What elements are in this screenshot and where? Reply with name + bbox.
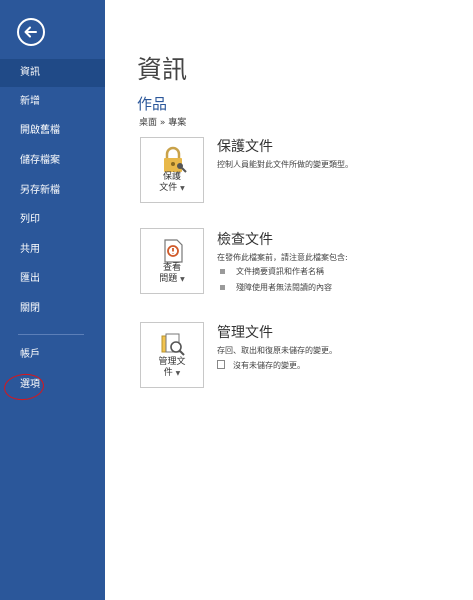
back-arrow-icon — [24, 26, 37, 38]
manage-document-button[interactable]: 管理文 件 ▼ — [140, 322, 204, 388]
protect-section-description: 控制人員能對此文件所做的變更類型。 — [217, 160, 353, 169]
protect-button-label-2: 文件 ▼ — [159, 183, 185, 193]
page-title: 資訊 — [137, 55, 188, 84]
nav-save[interactable]: 儲存檔案 — [0, 147, 105, 175]
dropdown-caret-icon: ▼ — [180, 185, 185, 192]
inspect-bullet-1: 文件摘要資訊和作者名稱 — [220, 266, 324, 277]
nav-export[interactable]: 匯出 — [0, 265, 105, 293]
manage-section-title: 管理文件 — [217, 325, 273, 341]
protect-button-label-1: 保護 — [162, 172, 181, 182]
manage-button-label-2: 件 ▼ — [163, 368, 181, 378]
document-name: 作品 — [137, 95, 168, 113]
nav-account[interactable]: 帳戶 — [0, 341, 105, 369]
inspect-section-title: 檢查文件 — [217, 232, 273, 248]
inspect-document-icon — [164, 239, 183, 263]
dropdown-caret-icon: ▼ — [180, 276, 185, 283]
backstage-sidebar: 資訊 新增 開啟舊檔 儲存檔案 另存新檔 列印 共用 匯出 關閉 帳戶 選項 — [0, 0, 105, 600]
inspect-section-description: 在發佈此檔案前，請注意此檔案包含: — [217, 253, 348, 262]
manage-section-note: 沒有未儲存的變更。 — [217, 360, 305, 371]
nav-divider — [18, 334, 84, 335]
inspect-button-label-2: 問題 ▼ — [159, 274, 185, 284]
nav-close[interactable]: 關閉 — [0, 295, 105, 323]
document-note-icon — [217, 360, 225, 369]
manage-section-description: 存回、取出和復原未儲存的變更。 — [217, 346, 337, 355]
manage-button-label-1: 管理文 — [158, 357, 186, 367]
protect-section-title: 保護文件 — [217, 139, 273, 155]
nav-save-as[interactable]: 另存新檔 — [0, 177, 105, 205]
check-for-issues-button[interactable]: 查看 問題 ▼ — [140, 228, 204, 294]
manage-versions-icon — [161, 333, 185, 356]
bullet-square-icon — [220, 285, 225, 290]
inspect-bullet-2: 殘障使用者無法閱讀的內容 — [220, 282, 332, 293]
dropdown-caret-icon: ▼ — [175, 370, 181, 377]
nav-new[interactable]: 新增 — [0, 88, 105, 116]
bullet-square-icon — [220, 269, 225, 274]
document-path[interactable]: 桌面 » 專案 — [139, 115, 186, 128]
lock-key-icon — [164, 146, 187, 173]
inspect-button-label-1: 查看 — [162, 263, 181, 273]
protect-document-button[interactable]: 保護 文件 ▼ — [140, 137, 204, 203]
back-button[interactable] — [17, 18, 45, 46]
nav-share[interactable]: 共用 — [0, 236, 105, 264]
nav-info[interactable]: 資訊 — [0, 59, 105, 87]
nav-open[interactable]: 開啟舊檔 — [0, 117, 105, 145]
nav-print[interactable]: 列印 — [0, 206, 105, 234]
